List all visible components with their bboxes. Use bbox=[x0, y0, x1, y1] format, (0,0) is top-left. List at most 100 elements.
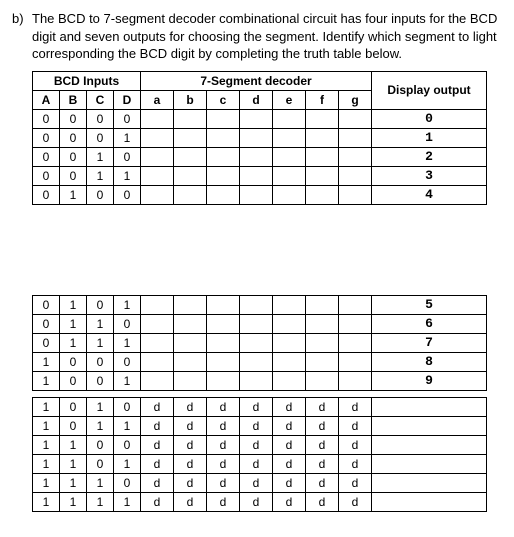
table-row: 1010ddddddd bbox=[33, 397, 487, 416]
cell-display bbox=[372, 416, 487, 435]
cell-a bbox=[141, 314, 174, 333]
cell-g: d bbox=[339, 473, 372, 492]
cell-D: 0 bbox=[114, 473, 141, 492]
cell-A: 0 bbox=[33, 166, 60, 185]
cell-display: 4 bbox=[372, 185, 487, 204]
cell-C: 1 bbox=[87, 473, 114, 492]
cell-C: 0 bbox=[87, 128, 114, 147]
cell-g: d bbox=[339, 435, 372, 454]
cell-D: 1 bbox=[114, 416, 141, 435]
table-row: 00000 bbox=[33, 109, 487, 128]
cell-e bbox=[273, 352, 306, 371]
table-row: 00102 bbox=[33, 147, 487, 166]
cell-B: 0 bbox=[60, 371, 87, 390]
cell-f bbox=[306, 314, 339, 333]
header-a: a bbox=[141, 90, 174, 109]
cell-C: 0 bbox=[87, 435, 114, 454]
cell-e bbox=[273, 371, 306, 390]
cell-A: 1 bbox=[33, 492, 60, 511]
cell-d: d bbox=[240, 454, 273, 473]
table-row: 10008 bbox=[33, 352, 487, 371]
header-d: d bbox=[240, 90, 273, 109]
table-row: 01004 bbox=[33, 185, 487, 204]
cell-e: d bbox=[273, 435, 306, 454]
question-block: b) The BCD to 7-segment decoder combinat… bbox=[12, 10, 502, 63]
cell-a bbox=[141, 295, 174, 314]
cell-e: d bbox=[273, 473, 306, 492]
header-f: f bbox=[306, 90, 339, 109]
cell-c bbox=[207, 314, 240, 333]
cell-D: 0 bbox=[114, 147, 141, 166]
cell-e bbox=[273, 166, 306, 185]
cell-f: d bbox=[306, 435, 339, 454]
cell-c: d bbox=[207, 454, 240, 473]
cell-f bbox=[306, 371, 339, 390]
cell-display bbox=[372, 397, 487, 416]
cell-display: 5 bbox=[372, 295, 487, 314]
cell-b bbox=[174, 147, 207, 166]
cell-g bbox=[339, 371, 372, 390]
cell-f: d bbox=[306, 454, 339, 473]
header-bcd-group: BCD Inputs bbox=[33, 71, 141, 90]
cell-c bbox=[207, 185, 240, 204]
cell-c bbox=[207, 109, 240, 128]
cell-B: 1 bbox=[60, 492, 87, 511]
cell-d bbox=[240, 109, 273, 128]
truth-table-bot: 1010ddddddd1011ddddddd1100ddddddd1101ddd… bbox=[32, 397, 487, 512]
cell-f: d bbox=[306, 416, 339, 435]
header-b: b bbox=[174, 90, 207, 109]
cell-e: d bbox=[273, 397, 306, 416]
cell-c bbox=[207, 371, 240, 390]
cell-g bbox=[339, 333, 372, 352]
cell-C: 1 bbox=[87, 416, 114, 435]
cell-b: d bbox=[174, 416, 207, 435]
cell-display: 8 bbox=[372, 352, 487, 371]
cell-c: d bbox=[207, 397, 240, 416]
cell-B: 0 bbox=[60, 352, 87, 371]
cell-D: 0 bbox=[114, 185, 141, 204]
cell-A: 1 bbox=[33, 371, 60, 390]
header-display: Display output bbox=[372, 71, 487, 109]
cell-a: d bbox=[141, 492, 174, 511]
table-row: 1111ddddddd bbox=[33, 492, 487, 511]
cell-display: 0 bbox=[372, 109, 487, 128]
cell-A: 0 bbox=[33, 185, 60, 204]
table-row: 00113 bbox=[33, 166, 487, 185]
cell-d bbox=[240, 314, 273, 333]
cell-D: 0 bbox=[114, 109, 141, 128]
cell-g: d bbox=[339, 397, 372, 416]
header-row-groups: BCD Inputs 7-Segment decoder Display out… bbox=[33, 71, 487, 90]
cell-B: 1 bbox=[60, 454, 87, 473]
header-g: g bbox=[339, 90, 372, 109]
cell-e bbox=[273, 128, 306, 147]
cell-display bbox=[372, 454, 487, 473]
question-label: b) bbox=[12, 10, 32, 63]
cell-display bbox=[372, 435, 487, 454]
cell-c: d bbox=[207, 435, 240, 454]
cell-C: 1 bbox=[87, 333, 114, 352]
cell-A: 0 bbox=[33, 109, 60, 128]
cell-d bbox=[240, 128, 273, 147]
cell-a bbox=[141, 109, 174, 128]
table-row: 1100ddddddd bbox=[33, 435, 487, 454]
truth-table-top: BCD Inputs 7-Segment decoder Display out… bbox=[32, 71, 487, 205]
cell-f bbox=[306, 333, 339, 352]
cell-B: 1 bbox=[60, 295, 87, 314]
cell-d: d bbox=[240, 397, 273, 416]
cell-C: 1 bbox=[87, 166, 114, 185]
cell-a bbox=[141, 333, 174, 352]
cell-display: 7 bbox=[372, 333, 487, 352]
table-row: 01015 bbox=[33, 295, 487, 314]
cell-d: d bbox=[240, 473, 273, 492]
cell-a: d bbox=[141, 454, 174, 473]
cell-e bbox=[273, 185, 306, 204]
cell-display: 1 bbox=[372, 128, 487, 147]
cell-d bbox=[240, 333, 273, 352]
cell-B: 0 bbox=[60, 416, 87, 435]
cell-e bbox=[273, 333, 306, 352]
cell-a: d bbox=[141, 416, 174, 435]
cell-c bbox=[207, 333, 240, 352]
cell-a bbox=[141, 147, 174, 166]
cell-b bbox=[174, 166, 207, 185]
cell-A: 0 bbox=[33, 128, 60, 147]
